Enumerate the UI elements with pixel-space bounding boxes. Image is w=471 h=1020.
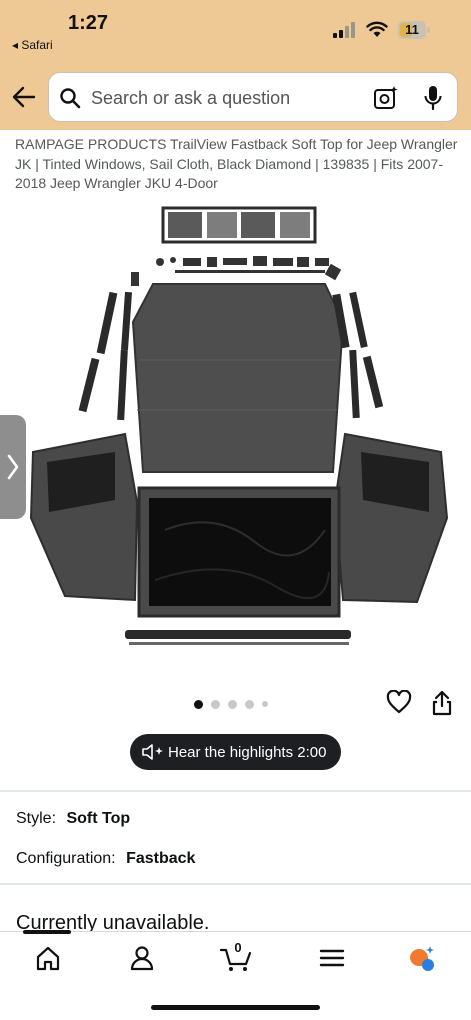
- configuration-row[interactable]: Configuration: Fastback: [16, 850, 195, 868]
- microphone-icon[interactable]: [423, 85, 443, 111]
- section-divider: [0, 883, 471, 885]
- pager-dot[interactable]: [228, 699, 237, 709]
- left-quarter-window-part: [29, 432, 139, 602]
- camera-lens-icon[interactable]: [373, 85, 399, 111]
- hardware-kit-part: [131, 256, 342, 286]
- battery-level: 11: [405, 22, 419, 37]
- back-to-safari-link[interactable]: ◂ Safari: [12, 38, 53, 52]
- cart-count-badge: 0: [234, 940, 242, 955]
- product-title[interactable]: RAMPAGE PRODUCTS TrailView Fastback Soft…: [15, 135, 460, 194]
- heart-icon[interactable]: [386, 690, 412, 714]
- back-arrow-icon[interactable]: [12, 84, 36, 110]
- account-icon[interactable]: [128, 944, 156, 972]
- speaker-sparkle-icon: [142, 744, 163, 760]
- rear-window-part: [137, 486, 341, 618]
- style-label: Style:: [16, 810, 57, 827]
- menu-icon[interactable]: [318, 944, 346, 972]
- header-frame-part: [161, 206, 317, 244]
- bow-bar-part: [125, 630, 351, 645]
- image-pager[interactable]: [194, 698, 268, 710]
- search-bar[interactable]: [48, 72, 458, 122]
- configuration-value: Fastback: [126, 850, 196, 867]
- hear-highlights-button[interactable]: Hear the highlights 2:00: [130, 734, 341, 770]
- pager-dot[interactable]: [194, 699, 203, 709]
- chevron-right-icon: [7, 454, 19, 480]
- home-indicator: [151, 1005, 320, 1010]
- image-next-arrow[interactable]: [0, 415, 26, 519]
- style-row[interactable]: Style: Soft Top: [16, 810, 130, 828]
- pager-dot[interactable]: [245, 699, 254, 709]
- status-time: 1:27: [68, 12, 109, 34]
- right-quarter-window-part: [333, 432, 449, 604]
- battery-icon: 11: [398, 21, 430, 39]
- app-header: 1:27 ◂ Safari 11: [0, 0, 471, 130]
- rufus-assistant-icon[interactable]: [408, 944, 436, 972]
- hear-highlights-label: Hear the highlights 2:00: [168, 743, 327, 761]
- roof-panel-part: [131, 283, 345, 473]
- wifi-icon: [366, 21, 388, 37]
- section-divider: [0, 790, 471, 792]
- home-icon[interactable]: [34, 944, 62, 972]
- share-icon[interactable]: [431, 690, 453, 716]
- side-rail-left-part: [78, 291, 133, 421]
- active-tab-indicator: [23, 930, 71, 934]
- style-value: Soft Top: [66, 810, 131, 827]
- search-icon: [60, 88, 81, 109]
- pager-dot[interactable]: [211, 699, 220, 709]
- pager-dot[interactable]: [262, 701, 268, 707]
- cellular-signal-icon: [333, 22, 355, 38]
- search-input[interactable]: [91, 85, 361, 111]
- product-image[interactable]: [25, 200, 455, 670]
- configuration-label: Configuration:: [16, 850, 116, 867]
